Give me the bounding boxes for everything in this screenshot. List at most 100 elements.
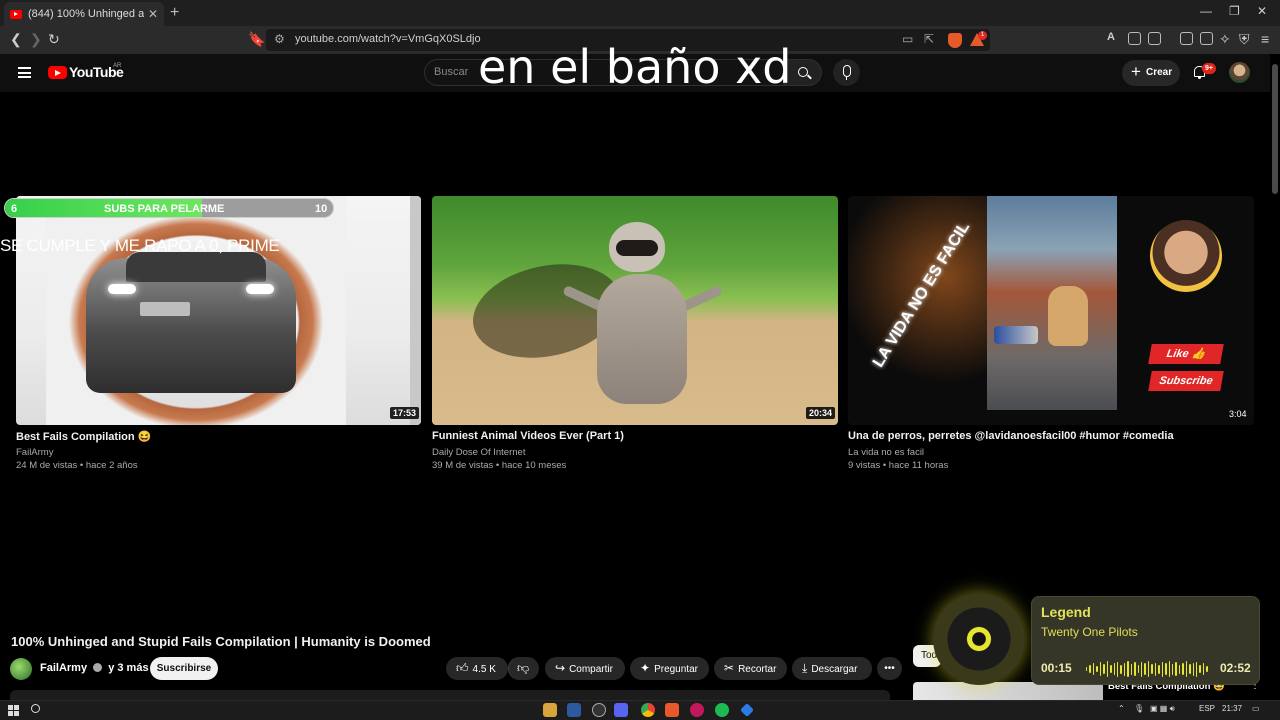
waveform-bar <box>1096 666 1098 672</box>
song-elapsed: 00:15 <box>1041 661 1072 675</box>
search-icon <box>798 67 808 77</box>
download-label: Descargar <box>811 664 858 675</box>
waveform-bar <box>1086 667 1088 671</box>
song-artist: Twenty One Pilots <box>1041 625 1138 639</box>
media-player-icon[interactable] <box>690 703 704 717</box>
song-total: 02:52 <box>1220 661 1251 675</box>
site-info-icon[interactable]: ⚙ <box>274 32 285 46</box>
end-screen-title-2[interactable]: Funniest Animal Videos Ever (Part 1) <box>432 430 624 442</box>
end-screen-channel-2[interactable]: Daily Dose Of Internet <box>432 447 525 458</box>
collaborators-text[interactable]: y 3 más <box>108 662 148 674</box>
end-screen-title-1[interactable]: Best Fails Compilation 😆 <box>16 430 151 443</box>
can-graphic <box>994 326 1038 344</box>
translate-icon[interactable]: A <box>1107 31 1115 43</box>
channel-avatar[interactable] <box>10 658 32 680</box>
scrollbar-thumb[interactable] <box>1272 64 1278 194</box>
brave-taskbar-icon[interactable] <box>665 703 679 717</box>
discord-icon[interactable] <box>614 703 628 717</box>
notification-center-icon[interactable]: ▭ <box>1252 704 1260 713</box>
steam-icon[interactable] <box>567 703 581 717</box>
waveform-bar <box>1182 663 1184 675</box>
browser-tab[interactable]: (844) 100% Unhinged and Stupid Fails Com… <box>4 2 164 26</box>
waveform-bar <box>1178 664 1181 674</box>
guide-menu-icon[interactable] <box>18 67 31 78</box>
create-button[interactable]: Crear <box>1122 59 1180 86</box>
extension-2-icon[interactable] <box>1148 32 1161 45</box>
end-screen-channel-3[interactable]: La vida no es facil <box>848 447 924 458</box>
waveform-bar <box>1103 664 1105 674</box>
voice-search-button[interactable] <box>833 59 860 86</box>
url-text[interactable]: youtube.com/watch?v=VmGqX0SLdjo <box>295 33 481 45</box>
clock[interactable]: 21:37 <box>1222 704 1242 713</box>
back-icon[interactable]: ❮ <box>10 31 22 48</box>
share-button[interactable]: ↪ Compartir <box>545 657 625 680</box>
file-explorer-icon[interactable] <box>543 703 557 717</box>
end-screen-thumbnail-2[interactable]: 20:34 <box>432 196 838 425</box>
channel-name[interactable]: FailArmy y 3 más <box>40 662 149 674</box>
share-label: Compartir <box>569 664 613 675</box>
download-button[interactable]: ⤓ Descargar <box>792 657 872 680</box>
video-duration: 20:34 <box>806 407 836 419</box>
like-count: 4.5 K <box>472 664 496 675</box>
like-button[interactable]: 👍︎ 4.5 K <box>446 657 508 680</box>
ask-button[interactable]: ✦ Preguntar <box>630 657 709 680</box>
car-windshield <box>126 252 266 282</box>
end-screen-thumbnail-3[interactable]: LA VIDA NO ES FACIL Like 👍 Subscribe <box>848 196 1254 425</box>
wallet-icon[interactable] <box>1200 32 1213 45</box>
video-title: 100% Unhinged and Stupid Fails Compilati… <box>11 634 431 649</box>
youtube-logo-icon[interactable] <box>48 66 67 79</box>
share-icon[interactable]: ⇱ <box>924 32 934 46</box>
car-headlight-left <box>108 284 136 294</box>
account-avatar[interactable] <box>1229 62 1250 83</box>
chrome-icon[interactable] <box>641 703 655 717</box>
reload-icon[interactable]: ↻ <box>48 31 60 48</box>
waveform-bar <box>1171 663 1174 675</box>
tray-chevron-icon[interactable]: ⌃ <box>1118 704 1125 713</box>
description-box[interactable] <box>10 690 890 700</box>
extension-icon[interactable] <box>1128 32 1141 45</box>
tray-mic-icon[interactable]: 🎙︎ <box>1134 704 1144 713</box>
dog-graphic <box>1048 286 1088 346</box>
subscribe-button[interactable]: Suscribirse <box>150 657 218 680</box>
channel-name-text[interactable]: FailArmy <box>40 662 87 674</box>
waveform-bar <box>1113 663 1115 675</box>
windows-start-icon[interactable] <box>8 705 19 716</box>
car-plate <box>140 302 190 316</box>
new-tab-button[interactable]: + <box>170 4 179 22</box>
clip-button[interactable]: ✂ Recortar <box>714 657 787 680</box>
vpn-icon[interactable]: ⛨ <box>1239 31 1250 48</box>
menu-icon[interactable]: ≡ <box>1261 31 1269 47</box>
ask-label: Preguntar <box>654 664 698 675</box>
song-title: Legend <box>1041 604 1091 620</box>
forward-icon[interactable]: ❯ <box>30 31 42 48</box>
end-screen-meta-3: 9 vistas • hace 11 horas <box>848 460 949 471</box>
car-headlight-right <box>246 284 274 294</box>
more-actions-button[interactable]: ••• <box>877 657 902 680</box>
bookmark-icon[interactable]: 🔖 <box>248 31 265 48</box>
cast-icon[interactable]: ▭ <box>902 32 913 46</box>
minimize-button[interactable]: — <box>1200 4 1212 18</box>
sidebar-toggle-icon[interactable] <box>1180 32 1193 45</box>
close-window-button[interactable]: ✕ <box>1257 4 1267 18</box>
dislike-button[interactable]: 👎︎ <box>508 657 539 680</box>
goal-target: 10 <box>315 203 328 215</box>
creator-face-graphic <box>1150 220 1222 292</box>
end-screen-title-3[interactable]: Una de perros, perretes @lavidanoesfacil… <box>848 430 1174 442</box>
pole-graphic <box>410 196 421 425</box>
album-disc-graphic <box>933 593 1025 685</box>
leo-ai-icon[interactable]: ✧ <box>1219 31 1231 48</box>
app-icon[interactable] <box>592 703 606 717</box>
download-icon: ⤓ <box>802 661 808 675</box>
restore-button[interactable]: ❐ <box>1229 4 1240 18</box>
keyboard-language[interactable]: ESP <box>1199 704 1215 713</box>
waveform-bar <box>1116 661 1119 677</box>
tray-apps-icon[interactable]: ▣ ▦ 🔊︎ <box>1150 704 1175 714</box>
end-screen-channel-1[interactable]: FailArmy <box>16 447 53 458</box>
end-screen-meta-2: 39 M de vistas • hace 10 meses <box>432 460 567 471</box>
taskbar-search-icon[interactable] <box>31 704 40 713</box>
brave-shields-icon[interactable] <box>948 33 962 48</box>
end-screen-thumbnail-1[interactable]: 17:53 <box>16 196 421 425</box>
spotify-icon[interactable] <box>715 703 729 717</box>
waveform-bar <box>1127 661 1129 677</box>
close-tab-icon[interactable]: ✕ <box>148 7 158 21</box>
